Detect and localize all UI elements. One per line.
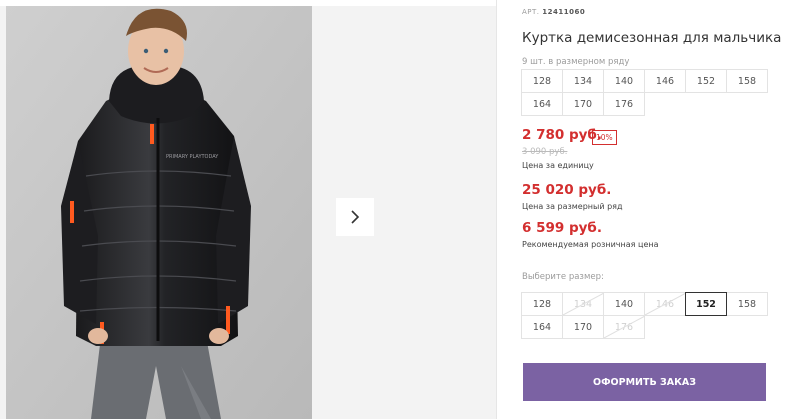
size-select-label: Выберите размер:: [522, 272, 604, 282]
size-option-134: 134: [562, 292, 604, 316]
product-title: Куртка демисезонная для мальчика: [522, 30, 782, 46]
unavailable-strike-icon: [563, 293, 604, 315]
old-price: 3 090 руб.: [522, 147, 568, 157]
product-photo[interactable]: PRIMARY PLAYTODAY: [6, 6, 312, 419]
size-option-label: 152: [696, 298, 716, 310]
gallery-next-button[interactable]: [336, 198, 374, 236]
size-option-128[interactable]: 128: [521, 292, 563, 316]
size-row-cell: 164: [521, 92, 563, 116]
size-option-146: 146: [644, 292, 686, 316]
size-row-cell: 152: [685, 69, 727, 93]
size-row-cell: 170: [562, 92, 604, 116]
size-option-158[interactable]: 158: [726, 292, 768, 316]
size-select-grid: 128 134 140 146 152 158 164 170 176: [521, 292, 768, 339]
article-value: 12411060: [542, 8, 586, 16]
unit-price-caption: Цена за единицу: [522, 161, 594, 170]
discount-badge: 10%: [592, 130, 617, 145]
order-button[interactable]: ОФОРМИТЬ ЗАКАЗ: [523, 363, 766, 401]
jacket-print: PRIMARY PLAYTODAY: [166, 154, 219, 160]
size-option-label: 164: [532, 321, 552, 333]
size-row-cell: 176: [603, 92, 645, 116]
size-option-152[interactable]: 152: [685, 292, 727, 316]
size-option-140[interactable]: 140: [603, 292, 645, 316]
size-option-label: 140: [614, 298, 634, 310]
row-price-caption: Цена за размерный ряд: [522, 202, 623, 211]
chevron-right-icon: [351, 210, 360, 224]
size-row-cell: 158: [726, 69, 768, 93]
article-label: АРТ.: [522, 8, 540, 16]
size-option-170[interactable]: 170: [562, 315, 604, 339]
size-row-grid: 128 134 140 146 152 158 164 170 176: [521, 69, 768, 116]
article-number: АРТ. 12411060: [522, 8, 585, 16]
size-option-176: 176: [603, 315, 645, 339]
unavailable-strike-icon: [604, 316, 645, 338]
retail-price-caption: Рекомендуемая розничная цена: [522, 240, 659, 249]
product-gallery: PRIMARY PLAYTODAY: [0, 6, 496, 419]
unavailable-strike-icon: [645, 293, 686, 315]
size-option-164[interactable]: 164: [521, 315, 563, 339]
size-option-label: 170: [573, 321, 593, 333]
column-divider: [496, 0, 497, 419]
size-option-label: 158: [737, 298, 757, 310]
retail-price: 6 599 руб.: [522, 220, 602, 236]
size-row-cell: 134: [562, 69, 604, 93]
row-price: 25 020 руб.: [522, 182, 612, 198]
size-option-label: 128: [532, 298, 552, 310]
size-row-hint: 9 шт. в размерном ряду: [522, 57, 630, 67]
size-row-cell: 128: [521, 69, 563, 93]
size-row-cell: 146: [644, 69, 686, 93]
size-row-cell: 140: [603, 69, 645, 93]
unit-price: 2 780 руб.: [522, 127, 602, 143]
